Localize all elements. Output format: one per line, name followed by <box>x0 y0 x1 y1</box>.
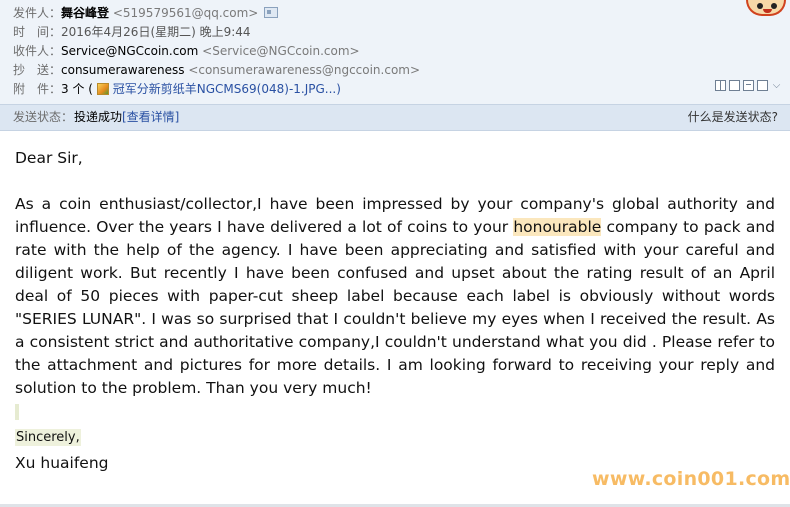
contact-card-icon[interactable] <box>264 7 279 18</box>
time-label: 时 间： <box>13 25 62 39</box>
body-paragraph: As a coin enthusiast/collector,I have be… <box>15 193 775 400</box>
cc-label: 抄 送： <box>13 63 62 77</box>
image-file-icon <box>96 83 109 95</box>
expand-icon[interactable]: ⌵ <box>771 80 782 91</box>
cc-name[interactable]: consumerawareness <box>61 63 184 77</box>
status-help-link[interactable]: 什么是发送状态? <box>688 105 778 130</box>
to-row: 收件人：Service@NGCcoin.com <Service@NGCcoin… <box>13 42 360 60</box>
body-text-part-2: company to pack and rate with the help o… <box>15 218 775 397</box>
watermark: www.coin001.com <box>592 468 790 490</box>
attachment-count: 3 个 ( <box>61 82 93 96</box>
attachment-link[interactable]: 冠军分新剪纸羊NGCMS69(048)-1.JPG...) <box>113 82 341 96</box>
sender-address[interactable]: <519579561@qq.com> <box>113 6 259 20</box>
mascot-icon <box>746 0 786 16</box>
new-window-icon[interactable] <box>729 80 740 91</box>
save-icon[interactable] <box>757 80 768 91</box>
status-value: 投递成功 <box>74 110 123 124</box>
email-header: 发件人：舞谷峰登 <519579561@qq.com> 时 间：2016年4月2… <box>0 0 790 104</box>
print-icon[interactable] <box>743 80 754 91</box>
attachments-label: 附 件： <box>13 82 62 96</box>
cursor-marker <box>15 404 19 420</box>
closing: Sincerely, <box>15 429 81 446</box>
sent-time: 2016年4月26日(星期二) 晚上9:44 <box>61 25 251 39</box>
view-details-link[interactable]: [查看详情] <box>122 105 179 130</box>
from-row: 发件人：舞谷峰登 <519579561@qq.com> <box>13 4 279 22</box>
delivery-status-bar: 发送状态： 投递成功 [查看详情] 什么是发送状态? <box>0 104 790 131</box>
sender-name[interactable]: 舞谷峰登 <box>61 6 109 20</box>
attachments-row: 附 件：3 个 ( 冠军分新剪纸羊NGCMS69(048)-1.JPG...) <box>13 80 341 98</box>
recipient-address[interactable]: <Service@NGCcoin.com> <box>202 44 359 58</box>
time-row: 时 间：2016年4月26日(星期二) 晚上9:44 <box>13 23 251 41</box>
highlighted-word: honourable <box>513 218 602 236</box>
greeting: Dear Sir, <box>15 149 83 167</box>
cc-row: 抄 送：consumerawareness <consumerawareness… <box>13 61 420 79</box>
recipient-name[interactable]: Service@NGCcoin.com <box>61 44 198 58</box>
from-label: 发件人： <box>13 6 62 20</box>
to-label: 收件人： <box>13 44 62 58</box>
email-body: Dear Sir, As a coin enthusiast/collector… <box>15 147 775 475</box>
window-split-icon[interactable] <box>715 80 726 91</box>
cc-address[interactable]: <consumerawareness@ngccoin.com> <box>188 63 420 77</box>
status-label: 发送状态： <box>13 110 74 124</box>
